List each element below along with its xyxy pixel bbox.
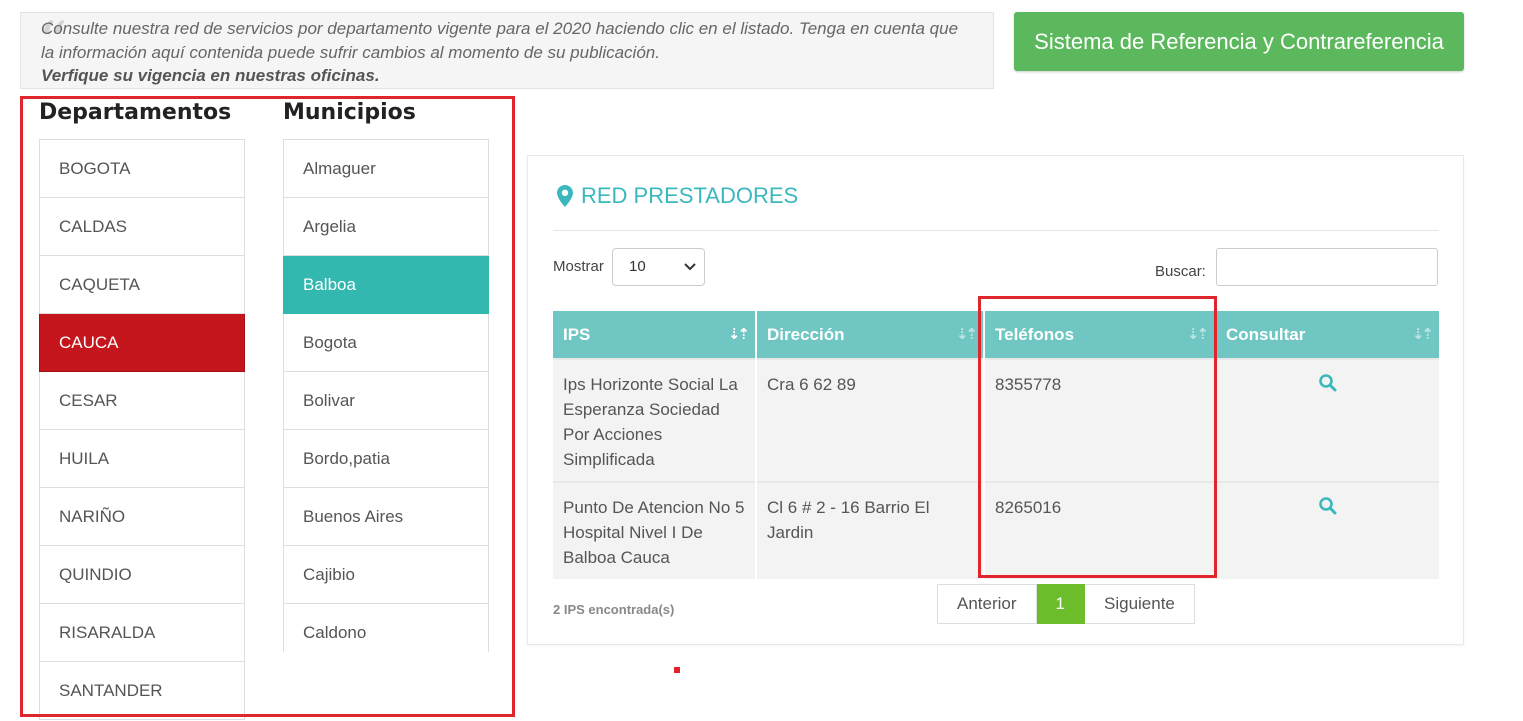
info-notice: “ Consulte nuestra red de servicios por … <box>20 12 994 89</box>
municipality-item[interactable]: Bogota <box>283 314 489 372</box>
department-item[interactable]: NARIÑO <box>39 488 245 546</box>
providers-table: IPS ⇣⇡ Dirección ⇣⇡ Teléfonos ⇣⇡ Consultar ⇣… <box>553 311 1439 579</box>
cell-direccion: Cra 6 62 89 <box>756 358 985 482</box>
municipality-item[interactable]: Argelia <box>283 198 489 256</box>
department-item[interactable]: SANTANDER <box>39 662 245 720</box>
search-icon[interactable] <box>1318 373 1338 393</box>
cell-consultar <box>1215 358 1439 482</box>
cell-ips: Ips Horizonte Social La Esperanza Socied… <box>553 358 757 482</box>
divider <box>553 230 1439 231</box>
sort-icon: ⇣⇡ <box>1411 326 1434 343</box>
department-item[interactable]: RISARALDA <box>39 604 245 662</box>
column-header-ips[interactable]: IPS ⇣⇡ <box>553 311 757 359</box>
search-label: Buscar: <box>1155 263 1206 280</box>
municipality-item[interactable]: Buenos Aires <box>283 488 489 546</box>
search-icon[interactable] <box>1318 496 1338 516</box>
page-1-button[interactable]: 1 <box>1036 584 1085 624</box>
panel-title-text: RED PRESTADORES <box>581 183 799 208</box>
notice-line-2: la información aquí contenida puede sufr… <box>41 42 660 62</box>
cell-consultar <box>1215 481 1439 579</box>
municipality-item[interactable]: Bolivar <box>283 372 489 430</box>
column-header-consultar[interactable]: Consultar ⇣⇡ <box>1215 311 1439 359</box>
providers-panel: RED PRESTADORES Mostrar 10 Buscar: IPS ⇣⇡… <box>527 155 1464 645</box>
pagination: Anterior 1 Siguiente <box>937 584 1195 624</box>
table-row: Punto De Atencion No 5 Hospital Nivel I … <box>553 481 1439 579</box>
show-label: Mostrar <box>553 258 604 275</box>
previous-page-button[interactable]: Anterior <box>937 584 1037 624</box>
municipalities-list: Almaguer Argelia Balboa Bogota Bolivar Bordo,… <box>283 139 489 652</box>
results-count: 2 IPS encontrada(s) <box>553 602 675 617</box>
cell-telefonos: 8355778 <box>984 358 1216 482</box>
sort-ascending-icon: ⇣⇡ <box>727 326 750 343</box>
department-item[interactable]: HUILA <box>39 430 245 488</box>
cell-direccion: Cl 6 # 2 - 16 Barrio El Jardin <box>756 481 985 579</box>
table-header-row: IPS ⇣⇡ Dirección ⇣⇡ Teléfonos ⇣⇡ Consultar ⇣… <box>553 311 1439 359</box>
chevron-down-icon <box>684 263 696 271</box>
municipality-item[interactable]: Balboa <box>283 256 489 314</box>
cell-ips: Punto De Atencion No 5 Hospital Nivel I … <box>553 481 757 579</box>
cell-telefonos: 8265016 <box>984 481 1216 579</box>
municipality-item[interactable]: Caldono <box>283 604 489 652</box>
column-header-telefonos[interactable]: Teléfonos ⇣⇡ <box>984 311 1216 359</box>
column-header-direccion[interactable]: Dirección ⇣⇡ <box>756 311 985 359</box>
department-item[interactable]: CESAR <box>39 372 245 430</box>
search-input[interactable] <box>1216 248 1438 286</box>
department-item[interactable]: QUINDIO <box>39 546 245 604</box>
table-row: Ips Horizonte Social La Esperanza Socied… <box>553 358 1439 482</box>
municipality-item[interactable]: Cajibio <box>283 546 489 604</box>
next-page-button[interactable]: Siguiente <box>1085 584 1195 624</box>
referral-system-button[interactable]: Sistema de Referencia y Contrareferencia <box>1014 12 1464 71</box>
municipality-item[interactable]: Bordo,patia <box>283 430 489 488</box>
municipality-item[interactable]: Almaguer <box>283 139 489 198</box>
department-item[interactable]: CAQUETA <box>39 256 245 314</box>
notice-line-1: Consulte nuestra red de servicios por de… <box>41 19 959 38</box>
sort-icon: ⇣⇡ <box>955 326 978 343</box>
departments-list: BOGOTA CALDAS CAQUETA CAUCA CESAR HUILA NARIÑO… <box>39 139 245 721</box>
sort-icon: ⇣⇡ <box>1186 326 1209 343</box>
departments-title: Departamentos <box>39 100 232 125</box>
panel-title: RED PRESTADORES <box>557 183 798 209</box>
page-size-select[interactable]: 10 <box>612 248 705 286</box>
department-item[interactable]: CAUCA <box>39 314 245 372</box>
page-size-value: 10 <box>629 258 646 275</box>
map-marker-icon <box>557 185 573 207</box>
annotation-dot <box>674 667 680 673</box>
department-item[interactable]: BOGOTA <box>39 139 245 198</box>
municipalities-title: Municipios <box>283 100 416 125</box>
department-item[interactable]: CALDAS <box>39 198 245 256</box>
notice-line-3: Verfique su vigencia en nuestras oficina… <box>41 66 380 85</box>
